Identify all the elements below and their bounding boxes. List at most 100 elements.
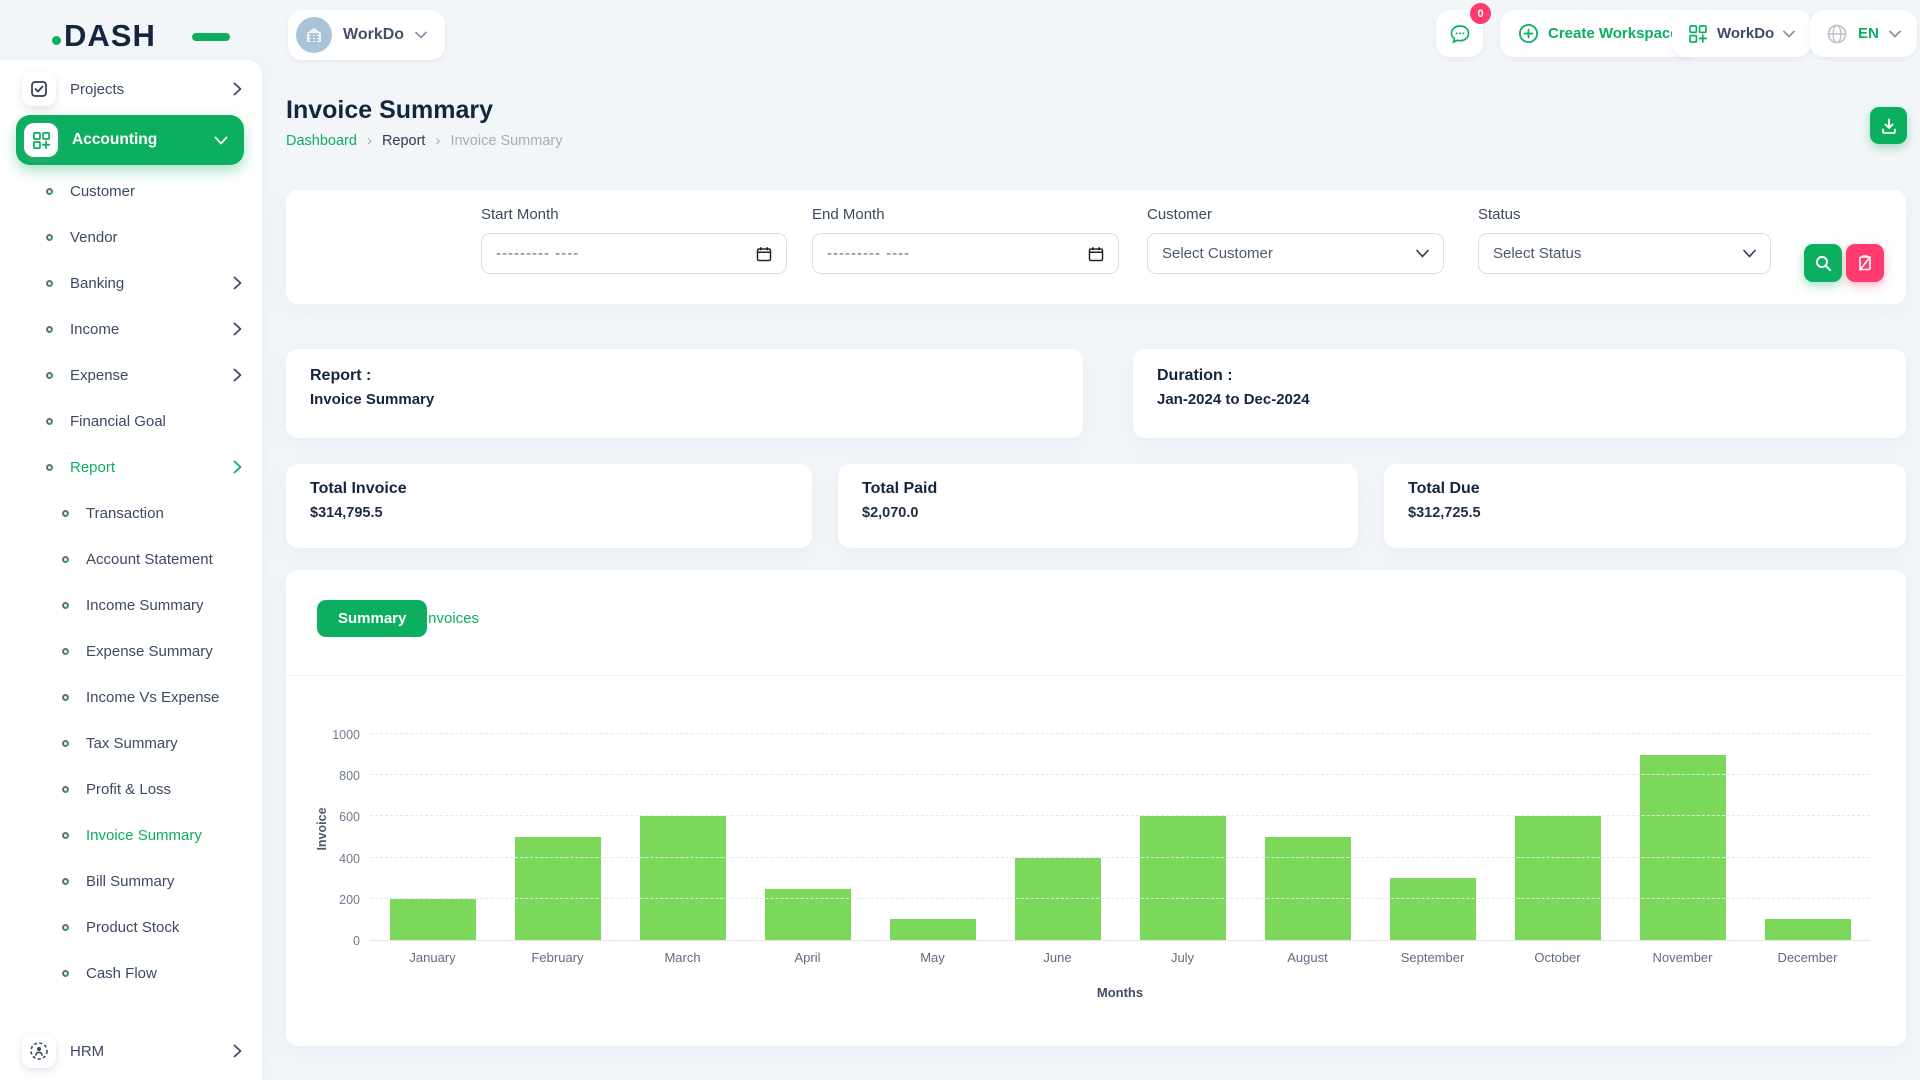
logo-dot-icon bbox=[52, 36, 61, 45]
workspace-switcher[interactable]: WorkDo bbox=[288, 10, 445, 60]
sidebar-list: Projects Accounting Customer Vendor Bank… bbox=[0, 60, 262, 996]
bar-november bbox=[1640, 755, 1726, 940]
breadcrumb-report-link[interactable]: Report bbox=[382, 133, 426, 149]
chevron-down-icon bbox=[415, 31, 427, 39]
x-label-august: August bbox=[1245, 950, 1370, 965]
sidebar-item-bill-summary[interactable]: Bill Summary bbox=[0, 858, 262, 904]
sidebar-item-financial-goal[interactable]: Financial Goal bbox=[0, 398, 262, 444]
end-month-field-group: End Month --------- ---- bbox=[812, 206, 1119, 274]
bullet-icon bbox=[61, 738, 71, 748]
sidebar-item-income-vs-expense[interactable]: Income Vs Expense bbox=[0, 674, 262, 720]
chevron-right-icon bbox=[233, 368, 242, 382]
x-label-september: September bbox=[1370, 950, 1495, 965]
workdo-menu-button[interactable]: WorkDo bbox=[1672, 10, 1811, 57]
tab-summary[interactable]: Summary bbox=[317, 600, 427, 637]
x-label-january: January bbox=[370, 950, 495, 965]
sidebar-item-tax-summary[interactable]: Tax Summary bbox=[0, 720, 262, 766]
bar-slot-may bbox=[870, 735, 995, 940]
x-label-june: June bbox=[995, 950, 1120, 965]
y-tick-800: 800 bbox=[308, 769, 360, 783]
sidebar-item-label: Projects bbox=[70, 81, 124, 98]
sidebar-item-account-statement[interactable]: Account Statement bbox=[0, 536, 262, 582]
sidebar-item-label: Accounting bbox=[72, 131, 157, 149]
chat-badge: 0 bbox=[1470, 3, 1491, 24]
logo-text: DASH bbox=[64, 18, 156, 53]
language-selector[interactable]: EN bbox=[1810, 10, 1917, 57]
sidebar-item-label: Invoice Summary bbox=[86, 827, 202, 844]
end-month-input[interactable]: --------- ---- bbox=[812, 233, 1119, 274]
sidebar-item-label: Income bbox=[70, 321, 119, 338]
globe-icon bbox=[1826, 23, 1848, 45]
end-month-placeholder: --------- ---- bbox=[827, 245, 910, 262]
sidebar-item-vendor[interactable]: Vendor bbox=[0, 214, 262, 260]
sidebar: Projects Accounting Customer Vendor Bank… bbox=[0, 60, 262, 1080]
sidebar-item-income[interactable]: Income bbox=[0, 306, 262, 352]
bullet-icon bbox=[61, 554, 71, 564]
bar-january bbox=[390, 899, 476, 940]
sidebar-item-product-stock[interactable]: Product Stock bbox=[0, 904, 262, 950]
customer-label: Customer bbox=[1147, 206, 1444, 223]
sidebar-item-customer[interactable]: Customer bbox=[0, 168, 262, 214]
bar-slot-november bbox=[1620, 735, 1745, 940]
sidebar-item-invoice-summary[interactable]: Invoice Summary bbox=[0, 812, 262, 858]
bullet-icon bbox=[61, 508, 71, 518]
bar-slot-march bbox=[620, 735, 745, 940]
bar-march bbox=[640, 816, 726, 940]
plus-circle-icon bbox=[1518, 23, 1539, 44]
sidebar-item-transaction[interactable]: Transaction bbox=[0, 490, 262, 536]
duration-card-value: Jan-2024 to Dec-2024 bbox=[1157, 391, 1882, 408]
sidebar-item-banking[interactable]: Banking bbox=[0, 260, 262, 306]
sidebar-item-expense[interactable]: Expense bbox=[0, 352, 262, 398]
sidebar-item-expense-summary[interactable]: Expense Summary bbox=[0, 628, 262, 674]
messages-button[interactable]: 0 bbox=[1436, 10, 1483, 57]
bullet-icon bbox=[45, 278, 55, 288]
breadcrumb-separator: › bbox=[367, 132, 372, 149]
bar-chart-plot bbox=[370, 735, 1870, 941]
bullet-icon bbox=[45, 232, 55, 242]
duration-card-title: Duration : bbox=[1157, 367, 1882, 385]
total-invoice-value: $314,795.5 bbox=[310, 505, 788, 521]
tab-invoices[interactable]: Invoices bbox=[424, 600, 479, 637]
chevron-right-icon bbox=[233, 322, 242, 336]
bullet-icon bbox=[61, 968, 71, 978]
customer-select[interactable]: Select Customer bbox=[1147, 233, 1444, 274]
report-card-value: Invoice Summary bbox=[310, 391, 1059, 408]
gridline-1000 bbox=[370, 733, 1870, 734]
language-code: EN bbox=[1858, 25, 1879, 42]
apply-filter-button[interactable] bbox=[1804, 244, 1842, 282]
bullet-icon bbox=[61, 922, 71, 932]
total-paid-label: Total Paid bbox=[862, 480, 1334, 498]
x-label-february: February bbox=[495, 950, 620, 965]
sidebar-item-report[interactable]: Report bbox=[0, 444, 262, 490]
sidebar-item-profit-loss[interactable]: Profit & Loss bbox=[0, 766, 262, 812]
end-month-label: End Month bbox=[812, 206, 1119, 223]
bar-august bbox=[1265, 837, 1351, 940]
create-workspace-button[interactable]: Create Workspace bbox=[1500, 10, 1697, 57]
status-select[interactable]: Select Status bbox=[1478, 233, 1771, 274]
status-select-value: Select Status bbox=[1493, 245, 1581, 262]
breadcrumb-dashboard-link[interactable]: Dashboard bbox=[286, 133, 357, 149]
sidebar-item-label: Vendor bbox=[70, 229, 118, 246]
bar-february bbox=[515, 837, 601, 940]
sidebar-item-accounting[interactable]: Accounting bbox=[16, 115, 244, 165]
bar-october bbox=[1515, 816, 1601, 940]
bullet-icon bbox=[61, 646, 71, 656]
download-button[interactable] bbox=[1870, 107, 1907, 144]
sidebar-item-cash-flow[interactable]: Cash Flow bbox=[0, 950, 262, 996]
sidebar-item-hrm[interactable]: HRM bbox=[0, 1028, 262, 1074]
reset-filter-button[interactable] bbox=[1846, 244, 1884, 282]
logo-dash-icon bbox=[192, 33, 230, 41]
x-axis-labels: JanuaryFebruaryMarchAprilMayJuneJulyAugu… bbox=[370, 950, 1870, 965]
bar-april bbox=[765, 889, 851, 941]
y-tick-0: 0 bbox=[308, 934, 360, 948]
sidebar-item-projects[interactable]: Projects bbox=[0, 66, 262, 112]
chevron-right-icon bbox=[233, 460, 242, 474]
start-month-input[interactable]: --------- ---- bbox=[481, 233, 787, 274]
checkbox-icon-box bbox=[22, 72, 56, 106]
checkbox-icon bbox=[30, 80, 48, 98]
total-paid-card: Total Paid $2,070.0 bbox=[838, 464, 1358, 548]
sidebar-item-income-summary[interactable]: Income Summary bbox=[0, 582, 262, 628]
bar-slot-january bbox=[370, 735, 495, 940]
bar-december bbox=[1765, 919, 1851, 940]
calendar-icon bbox=[1088, 246, 1104, 262]
